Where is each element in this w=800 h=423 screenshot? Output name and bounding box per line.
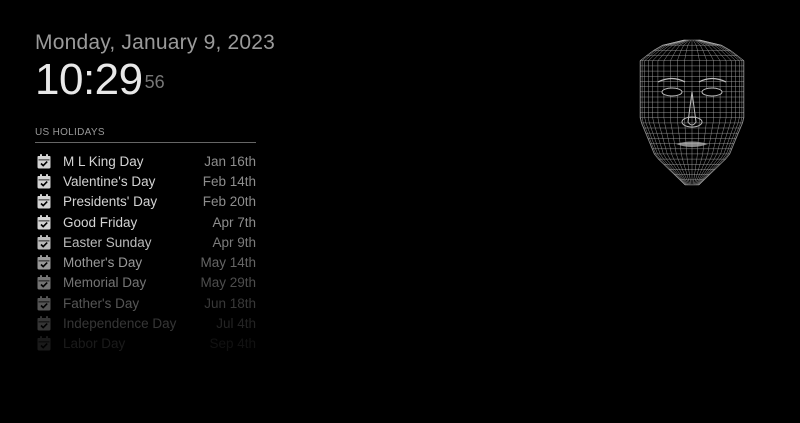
calendar-check-icon xyxy=(37,255,55,270)
calendar-event-title: M L King Day xyxy=(63,153,144,169)
clock-time: 10:29 56 xyxy=(35,58,265,112)
calendar-event-title: Good Friday xyxy=(63,214,138,230)
calendar-header: US Holidays xyxy=(35,127,256,143)
calendar-event: Independence Day Jul 4th xyxy=(35,313,256,333)
calendar-check-icon xyxy=(37,275,55,290)
clock-hours-minutes: 10:29 xyxy=(35,55,143,104)
calendar-event-date: Jan 16th xyxy=(204,153,256,169)
calendar-event-date: Feb 14th xyxy=(202,173,256,189)
clock-date: Monday, January 9, 2023 xyxy=(35,31,276,54)
calendar-event: Valentine's Day Feb 14th xyxy=(35,171,256,191)
calendar-check-icon xyxy=(37,336,55,351)
calendar-event: M L King Day Jan 16th xyxy=(35,151,256,171)
clock-module: Monday, January 9, 2023 10:29 56 xyxy=(35,30,276,112)
calendar-event: Presidents' Day Feb 20th xyxy=(35,192,256,212)
calendar-event-title: Independence Day xyxy=(63,316,177,332)
calendar-event-date: Apr 9th xyxy=(212,234,256,250)
calendar-event: Memorial Day May 29th xyxy=(35,273,256,293)
calendar-check-icon xyxy=(37,194,55,209)
calendar-check-icon xyxy=(37,316,55,331)
calendar-event-date: Jul 4th xyxy=(216,316,256,332)
face-mesh-lines xyxy=(639,39,745,186)
calendar-event-date: May 14th xyxy=(200,255,256,271)
face-mesh xyxy=(639,39,745,186)
calendar-event-date: Jun 18th xyxy=(204,295,256,311)
calendar-event-title: Valentine's Day xyxy=(63,173,156,189)
calendar-module: US Holidays M L King Day Jan 16th Valentin… xyxy=(35,127,256,354)
calendar-event: Easter Sunday Apr 9th xyxy=(35,232,256,252)
calendar-event-title: Mother's Day xyxy=(63,255,143,271)
calendar-event-list: M L King Day Jan 16th Valentine's Day Feb 1… xyxy=(35,151,256,354)
left-eye xyxy=(661,87,683,97)
wireframe-face-icon xyxy=(630,30,755,195)
calendar-check-icon xyxy=(37,234,55,250)
calendar-event-title: Father's Day xyxy=(63,295,140,311)
calendar-check-icon xyxy=(37,295,55,311)
calendar-event: Labor Day Sep 4th xyxy=(35,334,256,354)
calendar-event-date: Sep 4th xyxy=(209,336,256,352)
calendar-check-icon xyxy=(37,173,55,189)
calendar-event: Father's Day Jun 18th xyxy=(35,293,256,313)
clock-seconds: 56 xyxy=(144,72,165,92)
calendar-event-title: Presidents' Day xyxy=(63,194,158,210)
calendar-event-title: Labor Day xyxy=(63,336,126,352)
calendar-event-date: Apr 7th xyxy=(212,214,256,230)
calendar-event-date: May 29th xyxy=(200,275,256,291)
calendar-event: Good Friday Apr 7th xyxy=(35,212,256,232)
calendar-check-icon xyxy=(37,214,55,230)
calendar-event-date: Feb 20th xyxy=(202,194,256,210)
calendar-event: Mother's Day May 14th xyxy=(35,252,256,272)
right-eye xyxy=(701,87,723,97)
calendar-event-title: Memorial Day xyxy=(63,275,147,291)
calendar-check-icon xyxy=(37,153,55,169)
mouth xyxy=(676,141,708,147)
calendar-event-title: Easter Sunday xyxy=(63,234,152,250)
